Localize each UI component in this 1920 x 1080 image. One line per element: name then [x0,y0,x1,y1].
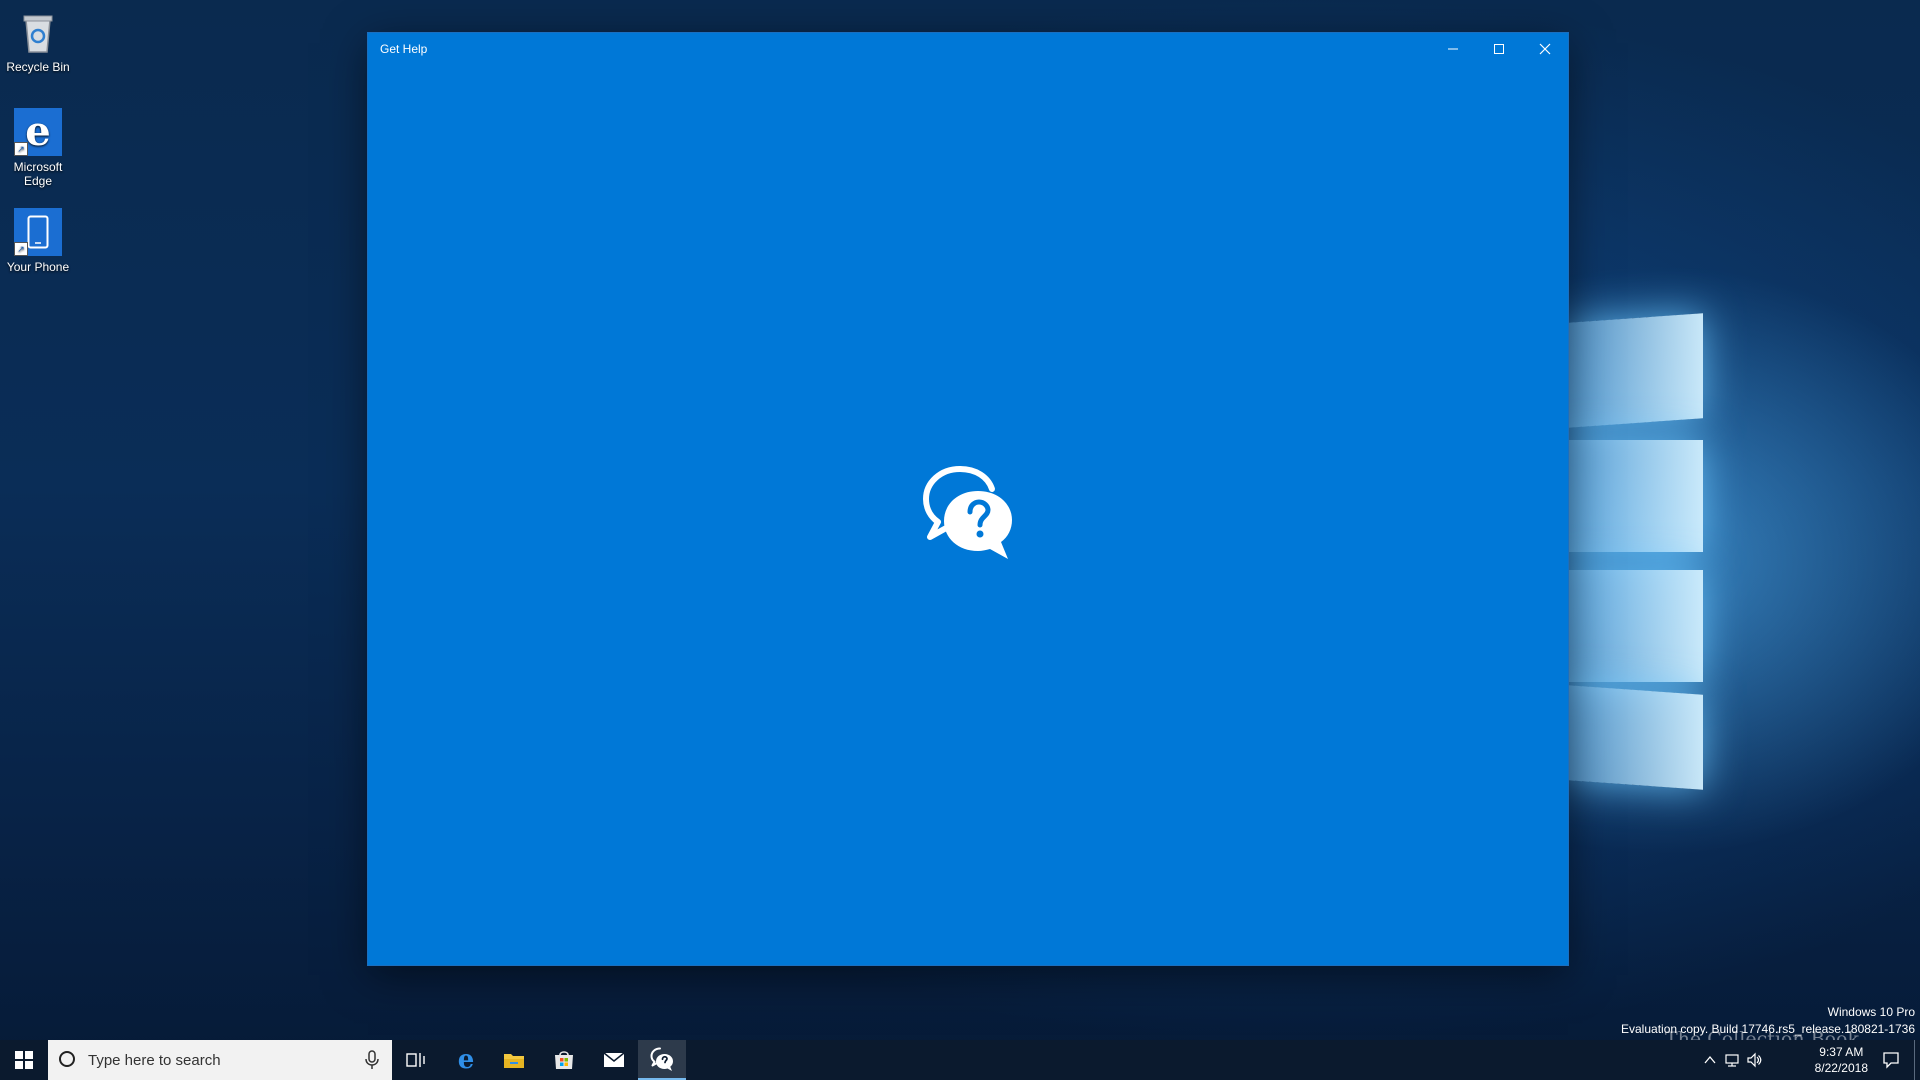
desktop-icon-microsoft-edge[interactable]: e ↗ Microsoft Edge [0,108,76,188]
cortana-icon [59,1051,75,1067]
search-placeholder: Type here to search [88,1052,221,1069]
store-icon [555,1051,573,1069]
taskbar-store-button[interactable] [540,1040,588,1080]
windows-logo-pane [1568,685,1703,790]
show-desktop-button[interactable] [1914,1040,1920,1080]
show-hidden-icons-chevron-icon[interactable] [1702,1052,1718,1068]
system-tray: 9:37 AM 8/22/2018 [1660,1040,1920,1080]
action-center-icon[interactable] [1882,1051,1900,1069]
volume-icon[interactable] [1746,1052,1762,1068]
close-icon [1539,43,1551,55]
edge-icon: e ↗ [14,108,62,156]
clock-time: 9:37 AM [1819,1045,1864,1059]
shortcut-arrow-icon: ↗ [14,242,28,256]
taskbar-search-box[interactable]: Type here to search [48,1040,392,1080]
get-help-icon [650,1047,673,1071]
task-view-button[interactable] [392,1040,440,1080]
file-explorer-icon [504,1054,524,1068]
windows-logo-pane [1568,313,1703,428]
title-bar[interactable]: Get Help [368,33,1568,65]
taskbar-file-explorer-button[interactable] [490,1040,538,1080]
start-button[interactable] [0,1040,48,1080]
windows-logo-icon [15,1051,33,1069]
desktop-icon-label: Recycle Bin [6,60,70,74]
minimize-button[interactable] [1430,33,1476,65]
get-help-window[interactable]: Get Help [368,33,1568,965]
taskbar-edge-button[interactable]: e [442,1040,490,1080]
shortcut-arrow-icon: ↗ [14,142,28,156]
chat-question-icon [916,463,1020,567]
taskbar-mail-button[interactable] [590,1040,638,1080]
taskbar: Type here to search e 9:37 AM 8/22/2018 [0,1040,1920,1080]
desktop-icon-your-phone[interactable]: ↗ Your Phone [0,208,76,274]
mail-icon [603,1052,625,1067]
taskbar-clock[interactable]: 9:37 AM 8/22/2018 [1815,1044,1868,1076]
desktop-icon-label: Your Phone [6,260,70,274]
window-title: Get Help [380,42,428,56]
edge-icon: e [457,1045,475,1075]
clock-date: 8/22/2018 [1814,1061,1868,1075]
recycle-bin-icon [14,8,62,56]
desktop: Recycle Bin e ↗ Microsoft Edge ↗ Your Ph… [0,0,1920,1080]
maximize-icon [1494,44,1504,54]
phone-icon: ↗ [14,208,62,256]
minimize-icon [1448,48,1458,50]
close-button[interactable] [1522,33,1568,65]
desktop-icon-label: Microsoft Edge [13,160,63,188]
watermark-edition: Windows 10 Pro [1827,1005,1915,1019]
network-icon[interactable] [1724,1052,1740,1068]
desktop-icon-recycle-bin[interactable]: Recycle Bin [0,8,76,74]
windows-logo-pane [1568,570,1703,682]
taskbar-get-help-button[interactable] [638,1040,686,1080]
windows-logo-pane [1568,440,1703,552]
maximize-button[interactable] [1476,33,1522,65]
task-view-icon [406,1053,425,1067]
microphone-icon[interactable] [360,1048,384,1072]
